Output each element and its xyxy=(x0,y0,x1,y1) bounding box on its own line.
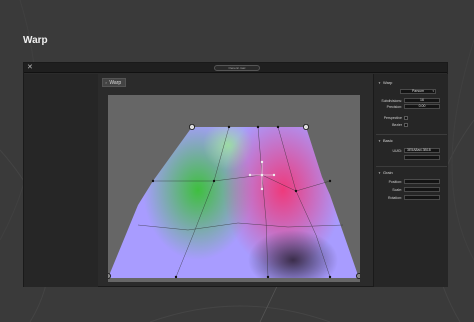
divider xyxy=(376,166,447,167)
chevron-down-icon: ▾ xyxy=(432,89,434,93)
bezier-checkbox[interactable] xyxy=(404,123,408,127)
perspective-checkbox[interactable] xyxy=(404,116,408,120)
warp-canvas[interactable] xyxy=(105,95,362,282)
warp-section-header[interactable]: ▼ Warp xyxy=(378,80,392,85)
left-panel xyxy=(24,74,98,287)
uuid-extra-field[interactable] xyxy=(404,155,440,160)
properties-panel: ▼ Warp Parsum ▾ Subdivisions: 16 Precisi… xyxy=(373,74,448,287)
subdivisions-label: Subdivisions: xyxy=(381,99,402,103)
bezier-label: Bezier xyxy=(392,123,402,127)
position-label: Position: xyxy=(388,180,402,184)
uuid-field[interactable]: 3E5A8ad-3B18 xyxy=(404,148,440,153)
precision-field[interactable]: 0.00 xyxy=(404,104,440,109)
precision-label: Precision: xyxy=(386,105,402,109)
position-field[interactable] xyxy=(404,179,440,184)
address-field[interactable]: Oeneric.mac xyxy=(214,65,260,71)
rotation-label: Rotation: xyxy=(387,196,402,200)
triangle-down-icon[interactable]: ▼ xyxy=(378,139,381,143)
rotation-field[interactable] xyxy=(404,195,440,200)
triangle-down-icon[interactable]: ▼ xyxy=(378,81,381,85)
uuid-label: UUID: xyxy=(392,149,402,153)
page-title: Warp xyxy=(23,35,48,46)
tab-warp[interactable]: × Warp xyxy=(102,78,126,87)
close-icon[interactable]: ✕ xyxy=(27,64,33,72)
scale-label: Scale: xyxy=(392,188,402,192)
triangle-down-icon[interactable]: ▼ xyxy=(378,171,381,175)
title-bar: ✕ Oeneric.mac xyxy=(24,63,447,73)
tab-close-icon[interactable]: × xyxy=(105,80,107,85)
perspective-label: Perspective xyxy=(383,116,402,120)
warp-mesh[interactable] xyxy=(105,95,362,282)
tab-label: Warp xyxy=(109,79,122,86)
warp-mode-select[interactable]: Parsum ▾ xyxy=(400,89,436,94)
subdivisions-field[interactable]: 16 xyxy=(404,98,440,103)
grain-section-header[interactable]: ▼ Grain xyxy=(378,170,393,175)
app-window: ✕ Oeneric.mac × Warp ▼ Warp Parsum ▾ Sub… xyxy=(23,62,448,287)
scale-field[interactable] xyxy=(404,187,440,192)
divider xyxy=(376,134,447,135)
basic-section-header[interactable]: ▼ Basic xyxy=(378,138,393,143)
